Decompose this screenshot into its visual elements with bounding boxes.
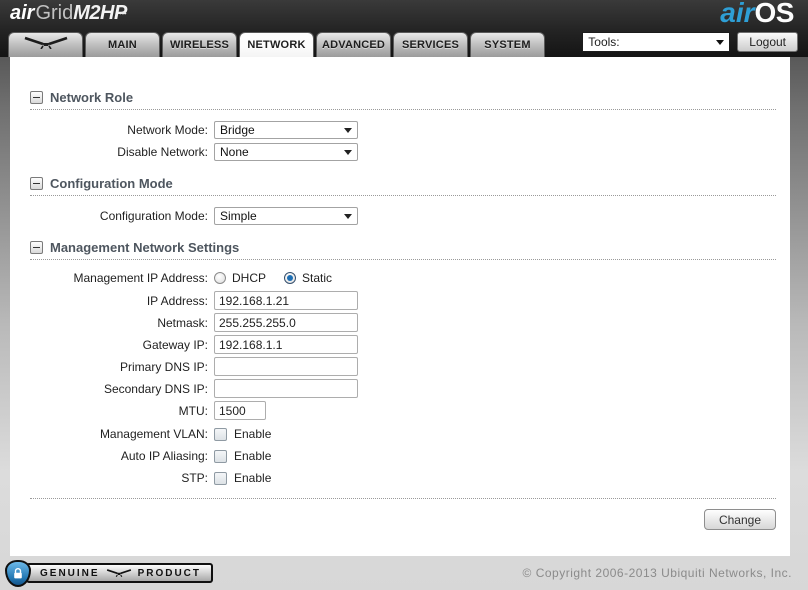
section-management-header: Management Network Settings bbox=[30, 240, 776, 260]
logout-button[interactable]: Logout bbox=[737, 32, 798, 52]
collapse-toggle-icon[interactable] bbox=[30, 241, 43, 254]
stp-row: STP: Enable bbox=[10, 470, 790, 486]
collapse-toggle-icon[interactable] bbox=[30, 91, 43, 104]
disable-network-value: None bbox=[220, 145, 249, 159]
stp-label: STP: bbox=[181, 471, 208, 485]
tab-services[interactable]: SERVICES bbox=[393, 32, 468, 57]
copyright-text: © Copyright 2006-2013 Ubiquiti Networks,… bbox=[522, 566, 792, 580]
badge-bar: GENUINE PRODUCT bbox=[26, 563, 214, 583]
configuration-mode-label: Configuration Mode: bbox=[99, 209, 208, 223]
tab-bar: MAIN WIRELESS NETWORK ADVANCED SERVICES … bbox=[8, 32, 545, 57]
tab-network[interactable]: NETWORK bbox=[239, 32, 314, 57]
disable-network-select[interactable]: None bbox=[214, 143, 358, 161]
management-vlan-enable-label: Enable bbox=[234, 427, 272, 441]
badge-genuine-text: GENUINE bbox=[40, 567, 100, 579]
tab-device-icon[interactable] bbox=[8, 32, 83, 57]
management-ip-row: Management IP Address: DHCP Static bbox=[10, 271, 790, 285]
section-title: Management Network Settings bbox=[50, 240, 240, 255]
dhcp-radio[interactable] bbox=[214, 272, 226, 284]
mtu-row: MTU: bbox=[10, 401, 790, 420]
airos-logo-air: air bbox=[720, 0, 755, 28]
gateway-ip-input[interactable] bbox=[214, 335, 358, 354]
header-controls: Tools: Logout bbox=[582, 32, 798, 52]
section-configuration-mode-header: Configuration Mode bbox=[30, 176, 776, 196]
primary-dns-input[interactable] bbox=[214, 357, 358, 376]
primary-dns-row: Primary DNS IP: bbox=[10, 357, 790, 376]
management-ip-label: Management IP Address: bbox=[73, 271, 208, 285]
dhcp-radio-label: DHCP bbox=[232, 271, 267, 285]
auto-ip-aliasing-enable-label: Enable bbox=[234, 449, 272, 463]
network-mode-value: Bridge bbox=[220, 123, 255, 137]
static-radio[interactable] bbox=[284, 272, 297, 284]
tab-advanced[interactable]: ADVANCED bbox=[316, 32, 391, 57]
change-button[interactable]: Change bbox=[703, 509, 776, 530]
configuration-mode-select[interactable]: Simple bbox=[214, 207, 358, 225]
stp-enable-label: Enable bbox=[234, 471, 272, 485]
tab-wireless[interactable]: WIRELESS bbox=[162, 32, 237, 57]
tools-dropdown-value: Tools: bbox=[588, 35, 620, 49]
airos-logo-os: OS bbox=[754, 0, 795, 28]
netmask-row: Netmask: bbox=[10, 313, 790, 332]
management-vlan-checkbox[interactable] bbox=[214, 427, 227, 441]
configuration-mode-value: Simple bbox=[220, 209, 257, 223]
gateway-label: Gateway IP: bbox=[142, 337, 208, 352]
tab-main[interactable]: MAIN bbox=[85, 32, 160, 57]
auto-ip-aliasing-row: Auto IP Aliasing: Enable bbox=[10, 448, 790, 464]
auto-ip-aliasing-checkbox[interactable] bbox=[214, 449, 227, 463]
chevron-down-icon bbox=[344, 127, 352, 133]
management-ip-radio-group: DHCP Static bbox=[214, 271, 344, 285]
collapse-toggle-icon[interactable] bbox=[30, 177, 43, 190]
airos-logo: airOS bbox=[720, 0, 794, 29]
netmask-input[interactable] bbox=[214, 313, 358, 332]
gateway-row: Gateway IP: bbox=[10, 335, 790, 354]
mtu-input[interactable] bbox=[214, 401, 266, 420]
section-network-role-header: Network Role bbox=[30, 90, 776, 110]
device-logo: air GridM2HP bbox=[10, 2, 127, 25]
primary-dns-label: Primary DNS IP: bbox=[119, 359, 208, 374]
airos-page: air GridM2HP airOS MAIN WIRELESS NETWORK … bbox=[0, 0, 808, 590]
ip-address-label: IP Address: bbox=[146, 293, 208, 308]
secondary-dns-row: Secondary DNS IP: bbox=[10, 379, 790, 398]
section-title: Network Role bbox=[50, 90, 134, 105]
network-mode-row: Network Mode: Bridge bbox=[10, 121, 790, 139]
antenna-icon bbox=[106, 564, 132, 582]
signal-waves-icon bbox=[118, 0, 129, 21]
configuration-mode-row: Configuration Mode: Simple bbox=[10, 207, 790, 225]
ip-address-input[interactable] bbox=[214, 291, 358, 310]
logo-grid-text: Grid bbox=[35, 2, 74, 24]
change-button-area: Change bbox=[30, 498, 776, 530]
static-radio-label: Static bbox=[302, 271, 333, 285]
disable-network-row: Disable Network: None bbox=[10, 143, 790, 161]
secondary-dns-input[interactable] bbox=[214, 379, 358, 398]
management-vlan-row: Management VLAN: Enable bbox=[10, 426, 790, 442]
disable-network-label: Disable Network: bbox=[117, 145, 208, 159]
secondary-dns-label: Secondary DNS IP: bbox=[103, 381, 208, 396]
tools-dropdown[interactable]: Tools: bbox=[582, 32, 731, 52]
chevron-down-icon bbox=[344, 213, 352, 219]
mtu-label: MTU: bbox=[178, 403, 208, 418]
network-mode-select[interactable]: Bridge bbox=[214, 121, 358, 139]
header: air GridM2HP airOS MAIN WIRELESS NETWORK … bbox=[0, 0, 808, 57]
auto-ip-aliasing-label: Auto IP Aliasing: bbox=[120, 449, 208, 463]
tab-system[interactable]: SYSTEM bbox=[470, 32, 545, 57]
antenna-icon bbox=[23, 34, 69, 58]
ip-address-row: IP Address: bbox=[10, 291, 790, 310]
network-settings-panel: Network Role Network Mode: Bridge Disabl… bbox=[10, 57, 790, 556]
genuine-product-badge[interactable]: GENUINE PRODUCT bbox=[5, 559, 214, 587]
network-mode-label: Network Mode: bbox=[127, 123, 208, 137]
chevron-down-icon bbox=[344, 149, 352, 155]
section-title: Configuration Mode bbox=[50, 176, 173, 191]
logo-air-text: air bbox=[10, 2, 35, 24]
management-vlan-label: Management VLAN: bbox=[99, 427, 208, 441]
netmask-label: Netmask: bbox=[157, 315, 208, 330]
stp-checkbox[interactable] bbox=[214, 471, 227, 485]
footer: GENUINE PRODUCT © Copyright 2006-2013 Ub… bbox=[0, 556, 808, 590]
badge-product-text: PRODUCT bbox=[137, 567, 202, 579]
chevron-down-icon bbox=[716, 39, 725, 45]
